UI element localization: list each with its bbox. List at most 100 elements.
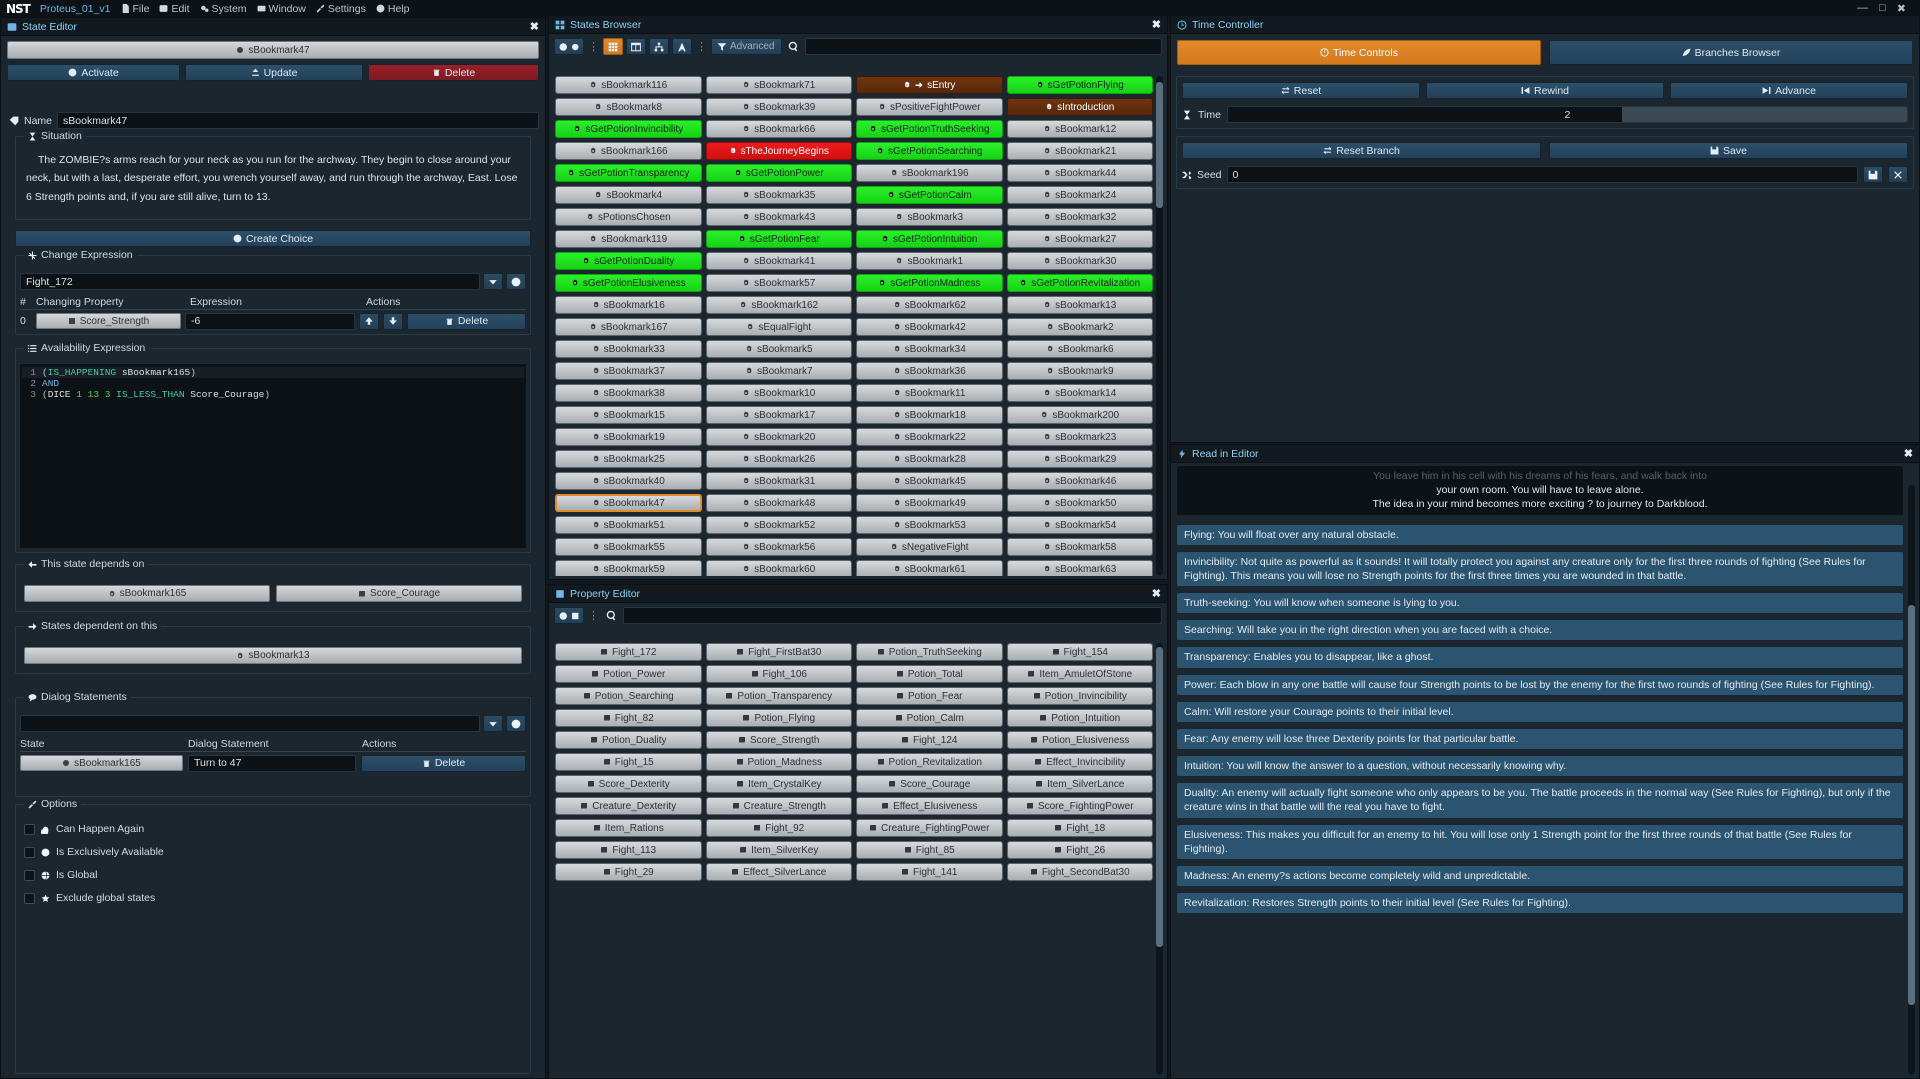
state-cell[interactable]: sBookmark2 xyxy=(1007,318,1154,336)
property-cell[interactable]: Item_Rations xyxy=(555,819,702,837)
availability-code-editor[interactable]: 1(IS_HAPPENING sBookmark165)2AND3(DICE 1… xyxy=(19,363,527,549)
menu-edit[interactable]: Edit xyxy=(159,3,189,15)
close-icon[interactable]: ✖ xyxy=(1152,587,1161,600)
read-entry[interactable]: Power: Each blow in any one battle will … xyxy=(1177,675,1903,695)
state-cell[interactable]: sBookmark61 xyxy=(856,560,1003,576)
state-cell[interactable]: sBookmark45 xyxy=(856,472,1003,490)
property-cell[interactable]: Score_Dexterity xyxy=(555,775,702,793)
state-cell[interactable]: sGetPotionIntuition xyxy=(856,230,1003,248)
state-cell[interactable]: sGetPotionTruthSeeking xyxy=(856,120,1003,138)
property-cell[interactable]: Fight_154 xyxy=(1007,643,1154,661)
changing-property-chip[interactable]: Score_Strength xyxy=(36,313,181,329)
read-entry[interactable]: Fear: Any enemy will lose three Dexterit… xyxy=(1177,729,1903,749)
state-cell[interactable]: sGetPotionInvincibility xyxy=(555,120,702,138)
expression-input[interactable]: -6 xyxy=(185,313,355,330)
state-cell[interactable]: sBookmark57 xyxy=(706,274,853,292)
read-entry[interactable]: Transparency: Enables you to disappear, … xyxy=(1177,647,1903,667)
property-cell[interactable]: Fight_124 xyxy=(856,731,1003,749)
state-cell[interactable]: sBookmark29 xyxy=(1007,450,1154,468)
read-entry[interactable]: Revitalization: Restores Strength points… xyxy=(1177,893,1903,913)
option-row[interactable]: Is Global xyxy=(24,869,522,881)
state-cell[interactable]: sBookmark8 xyxy=(555,98,702,116)
view-tree-button[interactable] xyxy=(649,38,669,55)
state-cell[interactable]: sGetPotionTransparency xyxy=(555,164,702,182)
state-cell[interactable]: sIntroduction xyxy=(1007,98,1154,116)
state-cell[interactable]: sGetPotionSearching xyxy=(856,142,1003,160)
time-slider[interactable]: 2 xyxy=(1227,106,1908,123)
state-cell[interactable]: sGetPotionFear xyxy=(706,230,853,248)
state-cell[interactable]: sBookmark24 xyxy=(1007,186,1154,204)
property-cell[interactable]: Score_Strength xyxy=(706,731,853,749)
state-cell[interactable]: sBookmark46 xyxy=(1007,472,1154,490)
property-cell[interactable]: Potion_Total xyxy=(856,665,1003,683)
property-cell[interactable]: Fight_FirstBat30 xyxy=(706,643,853,661)
state-cell[interactable]: sBookmark34 xyxy=(856,340,1003,358)
property-cell[interactable]: Fight_141 xyxy=(856,863,1003,881)
depends-on-chip[interactable]: sBookmark165 xyxy=(24,585,270,602)
state-cell[interactable]: sBookmark51 xyxy=(555,516,702,534)
seed-save-button[interactable] xyxy=(1863,166,1883,183)
state-cell[interactable]: sBookmark41 xyxy=(706,252,853,270)
state-cell[interactable]: sBookmark37 xyxy=(555,362,702,380)
property-cell[interactable]: Fight_SecondBat30 xyxy=(1007,863,1154,881)
state-cell[interactable]: sBookmark60 xyxy=(706,560,853,576)
state-cell[interactable]: sBookmark59 xyxy=(555,560,702,576)
state-cell[interactable]: sBookmark11 xyxy=(856,384,1003,402)
state-cell[interactable]: sBookmark16 xyxy=(555,296,702,314)
dialog-add-button[interactable] xyxy=(506,715,526,732)
state-cell[interactable]: sBookmark31 xyxy=(706,472,853,490)
seed-clear-button[interactable] xyxy=(1888,166,1908,183)
state-cell[interactable]: sNegativeFight xyxy=(856,538,1003,556)
state-cell[interactable]: sBookmark56 xyxy=(706,538,853,556)
state-cell[interactable]: sBookmark1 xyxy=(856,252,1003,270)
state-cell[interactable]: sBookmark43 xyxy=(706,208,853,226)
state-cell[interactable]: sBookmark30 xyxy=(1007,252,1154,270)
state-cell[interactable]: sBookmark47 xyxy=(555,494,702,512)
property-cell[interactable]: Fight_172 xyxy=(555,643,702,661)
state-cell[interactable]: sBookmark22 xyxy=(856,428,1003,446)
close-icon[interactable]: ✖ xyxy=(530,20,539,33)
view-table-button[interactable] xyxy=(626,38,646,55)
menu-file[interactable]: File xyxy=(121,3,150,15)
state-cell[interactable]: sBookmark166 xyxy=(555,142,702,160)
view-text-button[interactable] xyxy=(672,38,692,55)
tab-time-controls[interactable]: Time Controls xyxy=(1177,40,1541,65)
create-choice-button[interactable]: Create Choice xyxy=(15,230,531,247)
read-entry[interactable]: Truth-seeking: You will know when someon… xyxy=(1177,593,1903,613)
dependent-chip[interactable]: sBookmark13 xyxy=(24,647,522,664)
dialog-delete-button[interactable]: Delete xyxy=(361,755,526,772)
checkbox[interactable] xyxy=(24,870,35,881)
property-cell[interactable]: Score_Courage xyxy=(856,775,1003,793)
checkbox[interactable] xyxy=(24,824,35,835)
state-cell[interactable]: sEqualFight xyxy=(706,318,853,336)
property-cell[interactable]: Fight_26 xyxy=(1007,841,1154,859)
state-cell[interactable]: sBookmark18 xyxy=(856,406,1003,424)
read-entry[interactable]: Elusiveness: This makes you difficult fo… xyxy=(1177,825,1903,859)
state-cell[interactable]: sGetPotionFlying xyxy=(1007,76,1154,94)
depends-on-chip[interactable]: Score_Courage xyxy=(276,585,522,602)
state-cell[interactable]: sBookmark5 xyxy=(706,340,853,358)
change-expression-dropdown-button[interactable] xyxy=(483,273,503,290)
state-cell[interactable]: sBookmark10 xyxy=(706,384,853,402)
checkbox[interactable] xyxy=(24,847,35,858)
state-cell[interactable]: sBookmark38 xyxy=(555,384,702,402)
property-cell[interactable]: Item_CrystalKey xyxy=(706,775,853,793)
property-cell[interactable]: Potion_Fear xyxy=(856,687,1003,705)
property-cell[interactable]: Potion_Duality xyxy=(555,731,702,749)
state-cell[interactable]: sBookmark49 xyxy=(856,494,1003,512)
activate-button[interactable]: Activate xyxy=(7,64,180,81)
read-entry[interactable]: Invincibility: Not quite as powerful as … xyxy=(1177,552,1903,586)
state-cell[interactable]: sBookmark13 xyxy=(1007,296,1154,314)
state-cell[interactable]: sBookmark66 xyxy=(706,120,853,138)
menu-window[interactable]: Window xyxy=(257,3,306,15)
read-entry[interactable]: Flying: You will float over any natural … xyxy=(1177,525,1903,545)
state-cell[interactable]: sBookmark42 xyxy=(856,318,1003,336)
read-entry[interactable]: Calm: Will restore your Courage points t… xyxy=(1177,702,1903,722)
state-cell[interactable]: sBookmark20 xyxy=(706,428,853,446)
property-search-icon-wrap[interactable] xyxy=(603,610,620,621)
property-cell[interactable]: Fight_82 xyxy=(555,709,702,727)
state-cell[interactable]: sGetPotionDuality xyxy=(555,252,702,270)
state-cell[interactable]: sBookmark39 xyxy=(706,98,853,116)
state-cell[interactable]: sBookmark7 xyxy=(706,362,853,380)
state-cell[interactable]: sBookmark9 xyxy=(1007,362,1154,380)
